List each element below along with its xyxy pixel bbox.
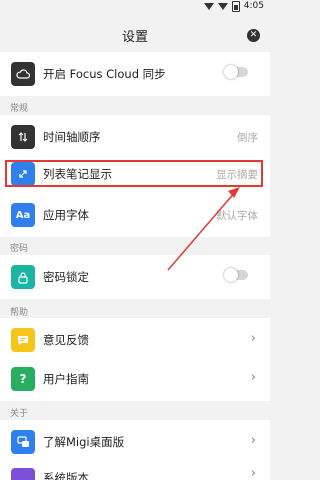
annotation-arrow: [167, 187, 240, 271]
